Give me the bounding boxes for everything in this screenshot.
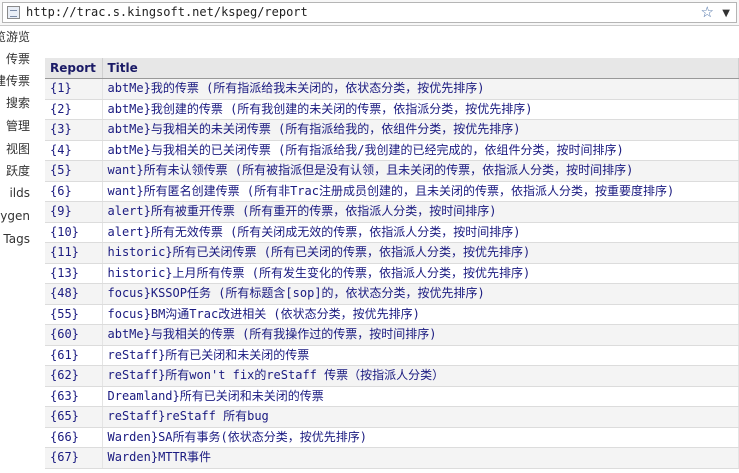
report-title-link[interactable]: reStaff}所有已关闭和未关闭的传票 [108,348,310,362]
nav-item-tags[interactable]: Tags [3,232,30,246]
nav-item-browse-source[interactable]: 览游览 [0,30,30,44]
url-text[interactable]: http://trac.s.kingsoft.net/kspeg/report [26,5,308,19]
report-title-link[interactable]: want}所有未认领传票 (所有被指派但是没有认领，且未关闭的传票，依指派人分类… [108,163,634,177]
nav-item-activity[interactable]: 跃度 [6,164,30,178]
table-row: {1} abtMe}我的传票 (所有指派给我未关闭的，依状态分类，按优先排序) [45,78,739,100]
report-id-link[interactable]: {3} [50,122,72,136]
report-id-link[interactable]: {1} [50,81,72,95]
left-navigation: 览游览 传票 建传票 搜索 管理 视图 跃度 ilds ygen Tags [0,26,32,473]
column-header-title[interactable]: Title [102,58,739,79]
column-header-report[interactable]: Report [45,58,103,79]
report-id-link[interactable]: {48} [50,286,79,300]
table-row: {6} want}所有匿名创建传票 (所有非Trac注册成员创建的，且未关闭的传票… [45,181,739,202]
report-id-link[interactable]: {2} [50,102,72,116]
table-row: {61} reStaff}所有已关闭和未关闭的传票 [45,345,739,366]
report-title-link[interactable]: reStaff}所有won't fix的reStaff 传票（按指派人分类） [108,368,445,382]
report-title-link[interactable]: abtMe}与我相关的未关闭传票 (所有指派给我的，依组件分类，按优先排序) [108,122,521,136]
table-row: {67} Warden}MTTR事件 [45,447,739,469]
report-id-link[interactable]: {6} [50,184,72,198]
table-row: {65} reStaff}reStaff 所有bug [45,406,739,428]
report-id-link[interactable]: {10} [50,225,79,239]
report-id-link[interactable]: {55} [50,307,79,321]
report-title-link[interactable]: abtMe}我的传票 (所有指派给我未关闭的，依状态分类，按优先排序) [108,81,485,95]
table-row: {4} abtMe}与我相关的已关闭传票 (所有指派给我/我创建的已经完成的，依组… [45,140,739,161]
report-id-link[interactable]: {11} [50,245,79,259]
table-header-row: Report Title [45,58,739,79]
report-title-link[interactable]: Warden}MTTR事件 [108,450,211,464]
table-row: {5} want}所有未认领传票 (所有被指派但是没有认领，且未关闭的传票，依指派… [45,160,739,182]
report-id-link[interactable]: {63} [50,389,79,403]
table-row: {48} focus}KSSOP任务 (所有标题含[sop]的，依状态分类，按优先… [45,283,739,305]
address-bar: http://trac.s.kingsoft.net/kspeg/report … [0,0,739,26]
nav-item-view[interactable]: 视图 [6,142,30,156]
report-title-link[interactable]: historic}上月所有传票 (所有发生变化的传票，依指派人分类，按优先排序) [108,266,531,280]
table-row: {66} Warden}SA所有事务(依状态分类，按优先排序) [45,427,739,448]
report-title-link[interactable]: reStaff}reStaff 所有bug [108,409,269,423]
table-row: {11} historic}所有已关闭传票 (所有已关闭的传票，依指派人分类，按优… [45,242,739,264]
nav-item-doxygen[interactable]: ygen [0,209,30,223]
table-row: {13} historic}上月所有传票 (所有发生变化的传票，依指派人分类，按优… [45,263,739,284]
table-row: {2} abtMe}我创建的传票 (所有我创建的未关闭的传票，依指派分类，按优先排… [45,99,739,120]
report-id-link[interactable]: {67} [50,450,79,464]
report-id-link[interactable]: {62} [50,368,79,382]
report-id-link[interactable]: {66} [50,430,79,444]
report-id-link[interactable]: {65} [50,409,79,423]
report-id-link[interactable]: {13} [50,266,79,280]
table-row: {55} focus}BM沟通Trac改进相关 (依状态分类，按优先排序) [45,304,739,325]
report-table: Report Title {1} abtMe}我的传票 (所有指派给我未关闭的，依… [45,58,739,469]
report-title-link[interactable]: abtMe}与我相关的已关闭传票 (所有指派给我/我创建的已经完成的，依组件分类… [108,143,624,157]
report-title-link[interactable]: abtMe}与我相关的传票 (所有我操作过的传票，按时间排序) [108,327,437,341]
table-row: {3} abtMe}与我相关的未关闭传票 (所有指派给我的，依组件分类，按优先排序… [45,119,739,141]
nav-item-search[interactable]: 搜索 [6,96,30,110]
table-row: {62} reStaff}所有won't fix的reStaff 传票（按指派人分… [45,365,739,387]
report-title-link[interactable]: focus}KSSOP任务 (所有标题含[sop]的，依状态分类，按优先排序) [108,286,485,300]
report-title-link[interactable]: Warden}SA所有事务(依状态分类，按优先排序) [108,430,367,444]
report-id-link[interactable]: {9} [50,204,72,218]
report-title-link[interactable]: Dreamland}所有已关闭和未关闭的传票 [108,389,324,403]
report-id-link[interactable]: {5} [50,163,72,177]
report-title-link[interactable]: alert}所有无效传票 (所有关闭成无效的传票，依指派人分类，按时间排序) [108,225,521,239]
report-title-link[interactable]: historic}所有已关闭传票 (所有已关闭的传票，依指派人分类，按优先排序) [108,245,531,259]
bookmark-star-icon[interactable]: ☆ [701,3,714,22]
nav-item-admin[interactable]: 管理 [6,119,30,133]
site-icon [7,6,20,19]
report-title-link[interactable]: want}所有匿名创建传票 (所有非Trac注册成员创建的，且未关闭的传票，依指… [108,184,675,198]
report-id-link[interactable]: {61} [50,348,79,362]
report-title-link[interactable]: focus}BM沟通Trac改进相关 (依状态分类，按优先排序) [108,307,420,321]
table-row: {9} alert}所有被重开传票 (所有重开的传票，依指派人分类，按时间排序) [45,201,739,223]
report-title-link[interactable]: alert}所有被重开传票 (所有重开的传票，依指派人分类，按时间排序) [108,204,497,218]
table-row: {10} alert}所有无效传票 (所有关闭成无效的传票，依指派人分类，按时间排… [45,222,739,243]
chevron-down-icon[interactable]: ▼ [722,4,730,23]
url-field[interactable]: http://trac.s.kingsoft.net/kspeg/report … [2,2,737,23]
report-id-link[interactable]: {4} [50,143,72,157]
nav-item-view-tickets[interactable]: 传票 [6,52,30,66]
report-id-link[interactable]: {60} [50,327,79,341]
nav-item-builds[interactable]: ilds [9,186,30,200]
table-row: {60} abtMe}与我相关的传票 (所有我操作过的传票，按时间排序) [45,324,739,346]
report-title-link[interactable]: abtMe}我创建的传票 (所有我创建的未关闭的传票，依指派分类，按优先排序) [108,102,533,116]
table-row: {63} Dreamland}所有已关闭和未关闭的传票 [45,386,739,407]
nav-item-new-ticket[interactable]: 建传票 [0,74,30,88]
